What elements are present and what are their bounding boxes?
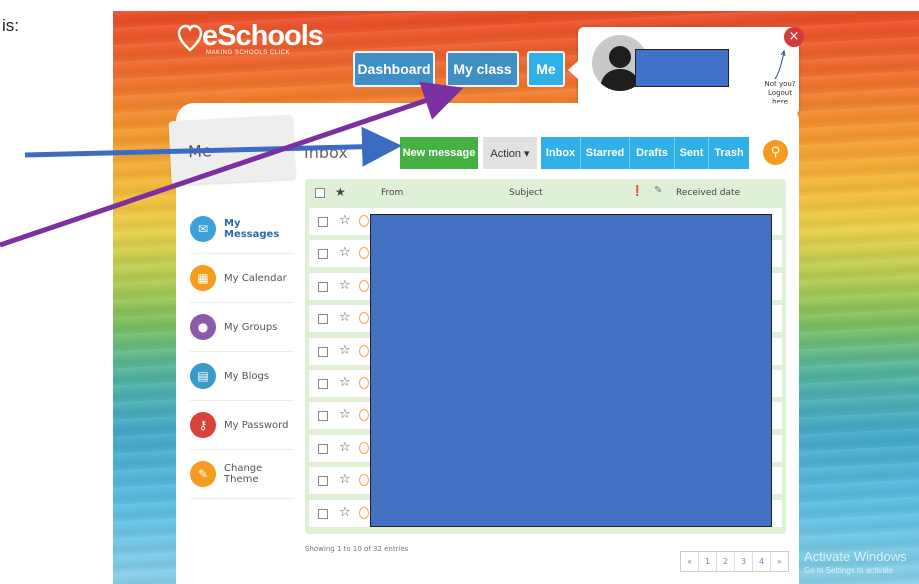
filter-drafts[interactable]: Drafts xyxy=(630,137,675,169)
select-all-checkbox[interactable] xyxy=(315,188,325,198)
filter-starred[interactable]: Starred xyxy=(581,137,630,169)
envelope-icon: ✉ xyxy=(190,216,216,242)
sidebar-item-label: My Calendar xyxy=(224,272,287,284)
page-title: Inbox xyxy=(304,143,348,162)
me-section-tab: Me xyxy=(168,114,296,186)
redacted-user-name xyxy=(635,49,729,87)
sidebar-item-label: My Groups xyxy=(224,321,278,333)
blog-icon: ▤ xyxy=(190,363,216,389)
star-icon[interactable]: ☆ xyxy=(339,310,351,325)
new-message-button[interactable]: New message xyxy=(400,137,478,169)
logout-pointer-arrow xyxy=(774,49,786,80)
sidebar-item-change-theme[interactable]: ✎ Change Theme xyxy=(190,450,294,499)
eschools-logo[interactable]: eSchools MAKING SCHOOLS CLICK xyxy=(174,20,324,56)
pagination-page-2[interactable]: 2 xyxy=(717,552,735,571)
folder-filter-group: Inbox Starred Drafts Sent Trash xyxy=(541,137,749,169)
search-icon[interactable]: ⚲ xyxy=(763,140,788,165)
sidebar-item-label: My Messages xyxy=(224,218,280,240)
sidebar-item-my-blogs[interactable]: ▤ My Blogs xyxy=(190,352,294,401)
row-checkbox[interactable] xyxy=(318,249,328,260)
me-tab-label: Me xyxy=(187,141,213,162)
star-icon[interactable]: ☆ xyxy=(339,407,351,422)
sidebar-item-my-messages[interactable]: ✉ My Messages xyxy=(190,205,294,254)
unread-indicator-icon xyxy=(359,474,369,487)
column-from[interactable]: From xyxy=(381,188,403,198)
pagination-next[interactable]: » xyxy=(771,552,788,571)
star-icon[interactable]: ☆ xyxy=(339,213,351,228)
unread-indicator-icon xyxy=(359,344,369,357)
filter-inbox[interactable]: Inbox xyxy=(541,137,581,169)
watermark-title: Activate Windows xyxy=(804,549,907,564)
pagination-page-4[interactable]: 4 xyxy=(753,552,771,571)
row-checkbox[interactable] xyxy=(318,508,328,519)
calendar-icon: ▦ xyxy=(190,265,216,291)
row-checkbox[interactable] xyxy=(318,476,328,487)
star-icon[interactable]: ☆ xyxy=(339,472,351,487)
row-checkbox[interactable] xyxy=(318,379,328,389)
unread-indicator-icon xyxy=(359,441,369,454)
document-text: is: xyxy=(2,16,19,35)
star-header-icon: ★ xyxy=(335,185,346,199)
star-icon[interactable]: ☆ xyxy=(339,245,351,260)
row-checkbox[interactable] xyxy=(318,314,328,325)
sidebar-item-label: My Password xyxy=(224,419,289,431)
row-checkbox[interactable] xyxy=(318,346,328,357)
action-dropdown[interactable]: Action ▾ xyxy=(483,137,537,169)
entries-info: Showing 1 to 10 of 32 entries xyxy=(305,545,409,553)
star-icon[interactable]: ☆ xyxy=(339,278,351,293)
unread-indicator-icon xyxy=(359,377,369,389)
close-icon[interactable]: × xyxy=(784,27,804,47)
row-checkbox[interactable] xyxy=(318,411,328,422)
pagination-page-1[interactable]: 1 xyxy=(699,552,717,571)
importance-icon: ❗ xyxy=(631,186,644,197)
table-header: ★ From Subject ❗ ✎ Received date xyxy=(305,179,786,206)
attachment-icon: ✎ xyxy=(654,185,663,196)
sidebar-item-label: My Blogs xyxy=(224,370,270,382)
nav-my-class-button[interactable]: My class xyxy=(446,51,519,87)
nav-dashboard-button[interactable]: Dashboard xyxy=(353,51,435,87)
brand-name: eSchools xyxy=(202,20,324,52)
column-subject[interactable]: Subject xyxy=(509,188,543,198)
sidebar-item-my-groups[interactable]: ● My Groups xyxy=(190,303,294,352)
sidebar: ✉ My Messages ▦ My Calendar ● My Groups … xyxy=(190,205,294,499)
row-checkbox[interactable] xyxy=(318,217,328,227)
filter-trash[interactable]: Trash xyxy=(709,137,749,169)
user-popup: Not you? Logout here × xyxy=(568,27,804,115)
nav-me-button[interactable]: Me xyxy=(527,51,565,87)
unread-indicator-icon xyxy=(359,247,369,260)
unread-indicator-icon xyxy=(359,409,369,422)
filter-sent[interactable]: Sent xyxy=(675,137,709,169)
unread-indicator-icon xyxy=(359,506,369,519)
star-icon[interactable]: ☆ xyxy=(339,343,351,358)
unread-indicator-icon xyxy=(359,312,369,325)
row-checkbox[interactable] xyxy=(318,281,328,292)
column-received-date[interactable]: Received date xyxy=(676,188,740,198)
sidebar-item-my-calendar[interactable]: ▦ My Calendar xyxy=(190,254,294,303)
key-icon: ⚷ xyxy=(190,412,216,438)
star-icon[interactable]: ☆ xyxy=(339,505,351,520)
unread-indicator-icon xyxy=(359,279,369,292)
pagination-page-3[interactable]: 3 xyxy=(735,552,753,571)
row-checkbox[interactable] xyxy=(318,443,328,454)
watermark-subtitle: Go to Settings to activate xyxy=(804,566,894,575)
star-icon[interactable]: ☆ xyxy=(339,375,351,390)
group-icon: ● xyxy=(190,314,216,340)
sidebar-item-my-password[interactable]: ⚷ My Password xyxy=(190,401,294,450)
star-icon[interactable]: ☆ xyxy=(339,440,351,455)
unread-indicator-icon xyxy=(359,215,369,227)
pagination: « 1 2 3 4 » xyxy=(680,551,789,572)
pencil-icon: ✎ xyxy=(190,461,216,487)
sidebar-item-label: Change Theme xyxy=(224,463,263,485)
redacted-messages xyxy=(370,214,772,527)
pagination-prev[interactable]: « xyxy=(681,552,699,571)
windows-watermark: Activate Windows Go to Settings to activ… xyxy=(804,549,907,575)
